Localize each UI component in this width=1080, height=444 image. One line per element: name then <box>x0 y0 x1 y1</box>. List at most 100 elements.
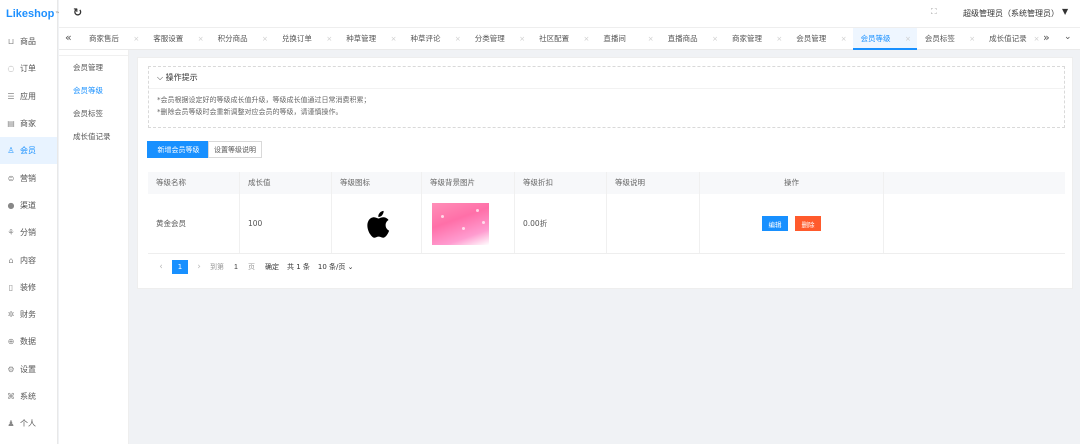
header-level-name: 等级名称 <box>148 172 240 194</box>
rail-item-person[interactable]: ♟ 个人 <box>0 410 57 437</box>
rail-item-order[interactable]: ◌ 订单 <box>0 55 57 82</box>
tab-next-icon[interactable]: » <box>1043 31 1050 44</box>
close-icon[interactable]: × <box>391 28 397 50</box>
close-icon[interactable]: × <box>1034 28 1040 50</box>
cell-level-name: 黄金会员 <box>148 194 240 253</box>
sub-nav-item[interactable]: 会员管理 <box>59 56 128 79</box>
close-icon[interactable]: × <box>776 28 782 50</box>
header-level-icon: 等级图标 <box>332 172 422 194</box>
cell-spacer <box>884 194 1065 253</box>
tab-item[interactable]: 兑换订单 × <box>274 28 338 50</box>
rail-item-label: 内容 <box>20 255 36 265</box>
member-icon: ♙ <box>7 146 15 156</box>
tab-prev-icon[interactable]: « <box>65 31 72 44</box>
close-icon[interactable]: × <box>712 28 718 50</box>
pager-size-select[interactable]: 10 条/页 ⌄ <box>318 262 354 272</box>
delete-button[interactable]: 删除 <box>795 216 821 231</box>
rail-item-app[interactable]: ☰ 应用 <box>0 83 57 110</box>
background-image <box>432 202 489 245</box>
close-icon[interactable]: × <box>648 28 654 50</box>
sub-nav-item[interactable]: 成长值记录 <box>59 125 128 148</box>
rail-item-finance[interactable]: ✲ 财务 <box>0 301 57 328</box>
tab-item[interactable]: 会员等级 × <box>852 28 917 50</box>
tab-label: 积分商品 <box>217 34 248 43</box>
sub-nav-item[interactable]: 会员等级 <box>59 79 128 102</box>
pager-goto-label: 到第 <box>210 263 224 271</box>
close-icon[interactable]: × <box>262 28 268 50</box>
pager-current-page[interactable]: 1 <box>172 260 188 274</box>
tab-item[interactable]: 种草管理 × <box>338 28 402 50</box>
person-icon: ♟ <box>7 419 15 429</box>
marketing-icon: ⊜ <box>7 173 15 183</box>
rail-item-distribution[interactable]: ⚘ 分销 <box>0 219 57 246</box>
rail-item-label: 数据 <box>20 337 36 347</box>
tab-item[interactable]: 种草评论 × <box>402 28 466 50</box>
rail-item-settings[interactable]: ⚙ 设置 <box>0 356 57 383</box>
user-name[interactable]: 超级管理员（系统管理员） <box>963 8 1059 19</box>
fullscreen-icon[interactable]: ⛶ <box>931 7 937 17</box>
tab-item[interactable]: 直播间 × <box>595 28 659 50</box>
rail-item-label: 商品 <box>20 37 36 47</box>
sub-nav-item[interactable]: 会员标签 <box>59 102 128 125</box>
tab-item[interactable]: 积分商品 × <box>210 28 274 50</box>
tab-item[interactable]: 客服设置 × <box>145 28 209 50</box>
rail-item-channel[interactable]: ● 渠道 <box>0 192 57 219</box>
close-icon[interactable]: × <box>841 28 847 50</box>
rail-item-content[interactable]: ⌂ 内容 <box>0 246 57 273</box>
app-icon: ☰ <box>7 91 15 101</box>
rail-item-data[interactable]: ⊕ 数据 <box>0 328 57 355</box>
level-description-button[interactable]: 设置等级说明 <box>208 141 262 158</box>
tab-label: 会员等级 <box>860 34 891 43</box>
rail-item-decorate[interactable]: ▯ 装修 <box>0 274 57 301</box>
header-discount: 等级折扣 <box>515 172 607 194</box>
rail-item-marketing[interactable]: ⊜ 营销 <box>0 164 57 191</box>
edit-button[interactable]: 编辑 <box>762 216 788 231</box>
tips-header[interactable]: ⌵ 操作提示 <box>149 67 1064 89</box>
tab-item[interactable]: 商家售后 × <box>81 28 145 50</box>
tab-item[interactable]: 直播商品 × <box>660 28 724 50</box>
close-icon[interactable]: × <box>326 28 332 50</box>
close-icon[interactable]: × <box>905 28 911 50</box>
pager-goto-input[interactable] <box>228 260 244 274</box>
tab-item[interactable]: 分类管理 × <box>467 28 531 50</box>
logo[interactable]: Likeshop ™ <box>0 0 60 28</box>
apple-icon <box>340 209 414 239</box>
table-row: 黄金会员 100 0.00折 编辑 删除 <box>148 194 1065 254</box>
pager-prev-icon[interactable]: ‹ <box>154 262 168 272</box>
close-icon[interactable]: × <box>519 28 525 50</box>
user-caret-icon[interactable]: ▼ <box>1062 7 1068 16</box>
level-table: 等级名称 成长值 等级图标 等级背景图片 等级折扣 等级说明 操作 黄金会员 1… <box>148 172 1065 254</box>
rail-item-member[interactable]: ♙ 会员 <box>0 137 57 165</box>
rail-item-system[interactable]: ⌘ 系统 <box>0 383 57 410</box>
tab-more-icon[interactable]: ⌄ <box>1064 32 1072 42</box>
header-background: 等级背景图片 <box>422 172 515 194</box>
close-icon[interactable]: × <box>133 28 139 50</box>
rail-item-label: 个人 <box>20 419 36 429</box>
channel-icon: ● <box>7 200 15 210</box>
tab-item[interactable]: 会员管理 × <box>788 28 852 50</box>
top-bar: ↻ ⛶ 超级管理员（系统管理员） ▼ <box>59 0 1080 28</box>
rail-item-label: 装修 <box>20 282 36 292</box>
pager-next-icon[interactable]: › <box>192 262 206 272</box>
close-icon[interactable]: × <box>455 28 461 50</box>
close-icon[interactable]: × <box>584 28 590 50</box>
refresh-icon[interactable]: ↻ <box>73 6 82 19</box>
close-icon[interactable]: × <box>969 28 975 50</box>
tab-item[interactable]: 商家管理 × <box>724 28 788 50</box>
data-icon: ⊕ <box>7 337 15 347</box>
rail-item-cart[interactable]: ⊔ 商品 <box>0 28 57 55</box>
header-description: 等级说明 <box>607 172 700 194</box>
pager-confirm-button[interactable]: 确定 <box>265 262 279 272</box>
rail-item-label: 渠道 <box>20 200 36 210</box>
header-growth: 成长值 <box>240 172 332 194</box>
tab-label: 商家管理 <box>731 34 762 43</box>
tab-item[interactable]: 社区配置 × <box>531 28 595 50</box>
tab-item[interactable]: 会员标签 × <box>917 28 981 50</box>
settings-icon: ⚙ <box>7 364 15 374</box>
rail-item-label: 分销 <box>20 228 36 238</box>
add-level-button[interactable]: 新增会员等级 <box>147 141 210 158</box>
tab-item[interactable]: 成长值记录 × <box>981 28 1045 50</box>
rail-item-shop[interactable]: ▤ 商家 <box>0 110 57 137</box>
tab-label: 社区配置 <box>539 34 570 43</box>
close-icon[interactable]: × <box>198 28 204 50</box>
